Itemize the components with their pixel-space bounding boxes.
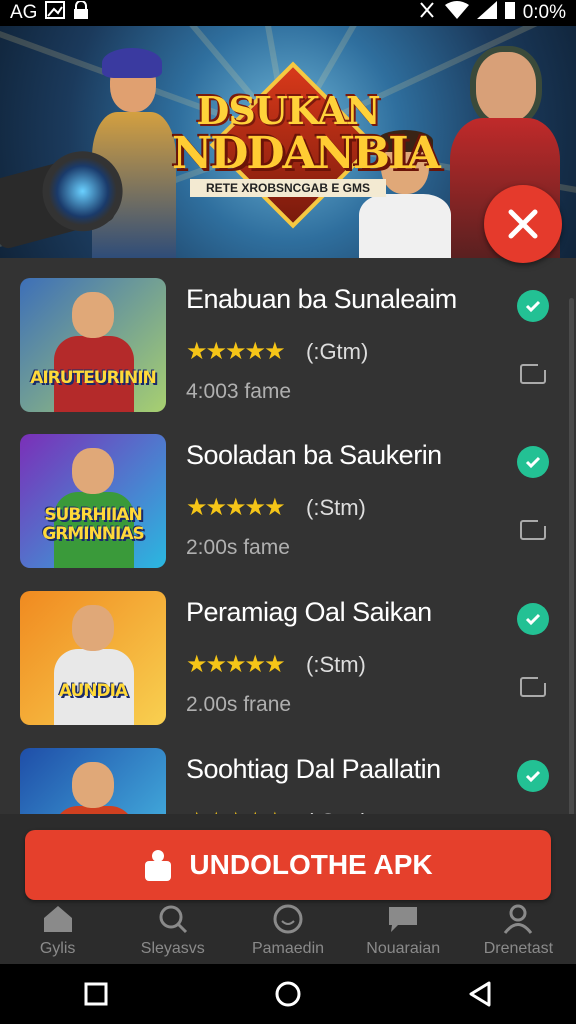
smiley-icon <box>273 904 303 934</box>
check-icon <box>525 770 541 783</box>
game-thumbnail[interactable]: BADURANIN <box>20 748 166 814</box>
download-apk-button[interactable]: UNDOLOTHE APK <box>25 830 551 900</box>
game-list-item[interactable]: AIRUTEURININ Enabuan ba Sunaleaim ★★★★★ (:G… <box>0 258 576 414</box>
tab-chat[interactable]: Nouaraian <box>346 900 461 964</box>
carrier-text: AG <box>10 2 38 23</box>
lock-notification-icon <box>73 0 89 25</box>
signal-icon <box>476 1 497 25</box>
wifi-icon <box>444 1 469 25</box>
game-title[interactable]: Peramiag Oal Saikan <box>186 597 432 628</box>
game-list-item[interactable]: SUBRHIIAN GRMINNIAS Sooladan ba Saukerin ★… <box>0 414 576 570</box>
rating-count: (:Stm) <box>306 652 366 677</box>
image-notification-icon <box>45 1 66 25</box>
minimize-icon[interactable] <box>520 364 546 384</box>
vibrate-icon <box>417 1 437 25</box>
bottom-tab-bar: Gylis Sleyasvs Pamaedin Nouaraian Drenet… <box>0 900 576 964</box>
game-meta: 4:003 fame <box>186 380 292 403</box>
tab-label: Sleyasvs <box>140 940 205 957</box>
tab-label: Nouaraian <box>366 940 441 957</box>
close-icon <box>508 209 538 239</box>
tab-profile[interactable]: Drenetast <box>461 900 576 964</box>
chat-icon <box>389 907 418 932</box>
selected-check[interactable] <box>517 603 549 635</box>
person-icon <box>504 904 533 934</box>
game-thumbnail-title: SUBRHIIAN GRMINNIAS <box>42 505 144 544</box>
battery-text: 0:0% <box>522 2 566 23</box>
search-icon <box>159 905 187 934</box>
tab-home[interactable]: Gylis <box>0 900 115 964</box>
game-thumbnail[interactable]: AIRUTEURININ <box>20 278 166 412</box>
banner-logo: DSUKAN NDDANBIA RETE XROBSNCGAB E GMS <box>172 61 441 229</box>
banner-logo-line2: NDDANBIA <box>172 128 441 179</box>
tab-label: Drenetast <box>483 940 554 957</box>
selected-check[interactable] <box>517 446 549 478</box>
battery-icon <box>504 1 515 25</box>
game-meta: 2.00s frane <box>186 693 292 716</box>
tab-label: Gylis <box>39 940 76 957</box>
minimize-icon[interactable] <box>520 520 546 540</box>
download-icon <box>143 849 173 881</box>
game-list-item[interactable]: AUNDIA Peramiag Oal Saikan ★★★★★ (:Stm) 2.00… <box>0 571 576 727</box>
game-meta: 2:00s fame <box>186 536 290 559</box>
download-apk-label: UNDOLOTHE APK <box>189 849 433 880</box>
tab-label: Pamaedin <box>251 940 325 957</box>
rating-count: (:Stm) <box>306 495 366 520</box>
recents-icon[interactable] <box>81 979 111 1009</box>
game-thumbnail-title: AIRUTEURININ <box>30 368 157 388</box>
home-nav-icon[interactable] <box>273 979 303 1009</box>
close-button[interactable] <box>484 185 562 263</box>
check-icon <box>525 456 541 469</box>
check-icon <box>525 613 541 626</box>
back-icon[interactable] <box>465 979 495 1009</box>
home-icon <box>43 906 72 932</box>
star-rating: ★★★★★ <box>186 651 286 678</box>
tab-smiley[interactable]: Pamaedin <box>230 900 345 964</box>
rating-count: (:Gtm) <box>306 339 369 364</box>
system-nav-bar <box>0 964 576 1024</box>
game-thumbnail[interactable]: SUBRHIIAN GRMINNIAS <box>20 434 166 568</box>
game-list-item[interactable]: BADURANINSoohtiag Dal Paallatin★★★★★(:Ga… <box>0 728 576 814</box>
star-rating: ★★★★★ <box>186 494 286 521</box>
game-thumbnail[interactable]: AUNDIA <box>20 591 166 725</box>
game-thumbnail-title: AUNDIA <box>58 681 128 701</box>
banner-logo-tagline: RETE XROBSNCGAB E GMS <box>190 179 386 197</box>
minimize-icon[interactable] <box>520 677 546 697</box>
selected-check[interactable] <box>517 290 549 322</box>
game-list[interactable]: AIRUTEURININ Enabuan ba Sunaleaim ★★★★★ (:G… <box>0 258 576 814</box>
banner-logo-line1: DSUKAN <box>196 88 380 133</box>
check-icon <box>525 300 541 313</box>
game-title[interactable]: Enabuan ba Sunaleaim <box>186 284 457 315</box>
star-rating: ★★★★★ <box>186 338 286 365</box>
game-title[interactable]: Soohtiag Dal Paallatin <box>186 754 441 785</box>
star-rating: ★★★★★ <box>186 807 286 814</box>
status-bar: AG 0:0% <box>0 0 576 26</box>
tab-search[interactable]: Sleyasvs <box>115 900 230 964</box>
game-title[interactable]: Sooladan ba Saukerin <box>186 440 442 471</box>
selected-check[interactable] <box>517 760 549 792</box>
